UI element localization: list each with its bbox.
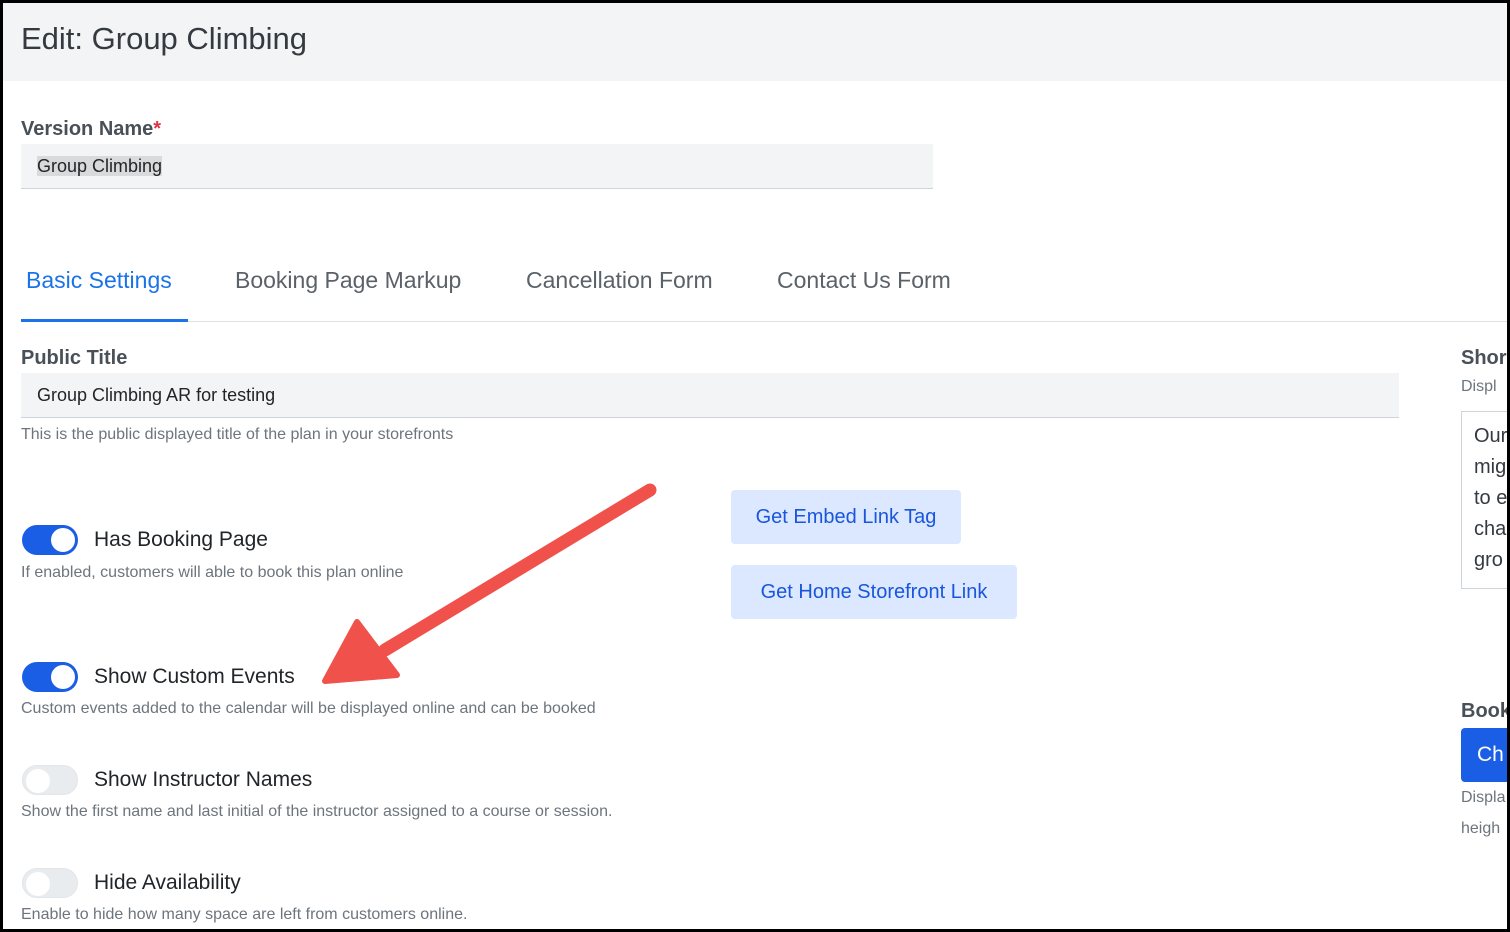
- toggle-knob: [26, 872, 50, 896]
- tab-basic-settings[interactable]: Basic Settings: [26, 267, 172, 294]
- tab-contact-us-form[interactable]: Contact Us Form: [777, 267, 951, 294]
- has-booking-page-help: If enabled, customers will able to book …: [21, 564, 404, 581]
- tab-booking-page-markup[interactable]: Booking Page Markup: [235, 267, 461, 294]
- toggle-knob: [51, 665, 75, 689]
- show-custom-events-toggle[interactable]: [22, 662, 78, 692]
- has-booking-page-toggle[interactable]: [22, 525, 78, 555]
- booking-help-line-2: heigh: [1461, 820, 1501, 837]
- toggle-knob: [26, 769, 50, 793]
- textarea-line: cha: [1474, 518, 1507, 540]
- show-instructor-names-label: Show Instructor Names: [94, 768, 313, 791]
- hide-availability-toggle[interactable]: [22, 868, 78, 898]
- public-title-label: Public Title: [21, 347, 128, 369]
- public-title-input[interactable]: Group Climbing AR for testing: [21, 373, 1399, 418]
- short-description-textarea[interactable]: Our mig to e cha gro: [1461, 411, 1508, 589]
- has-booking-page-label: Has Booking Page: [94, 528, 268, 551]
- short-description-heading: Shor: [1461, 347, 1507, 369]
- textarea-line: Our: [1474, 425, 1508, 447]
- tab-cancellation-form[interactable]: Cancellation Form: [526, 267, 713, 294]
- hide-availability-label: Hide Availability: [94, 871, 241, 894]
- textarea-line: mig: [1474, 456, 1507, 478]
- version-name-label: Version Name*: [21, 118, 162, 140]
- short-description-help: Displ: [1461, 378, 1497, 395]
- choose-button[interactable]: Ch: [1461, 728, 1507, 782]
- app-frame: Edit: Group Climbing Version Name* Group…: [0, 0, 1510, 932]
- tab-bar: Basic Settings Booking Page Markup Cance…: [21, 253, 1507, 322]
- booking-help-line-1: Displa: [1461, 789, 1506, 806]
- toggle-knob: [51, 528, 75, 552]
- show-custom-events-label: Show Custom Events: [94, 665, 295, 688]
- booking-heading: Book: [1461, 700, 1510, 722]
- get-home-storefront-link-button[interactable]: Get Home Storefront Link: [731, 565, 1017, 619]
- show-instructor-names-toggle[interactable]: [22, 765, 78, 795]
- active-tab-indicator: [21, 319, 188, 322]
- page-title: Edit: Group Climbing: [21, 21, 308, 56]
- public-title-help: This is the public displayed title of th…: [21, 426, 454, 443]
- version-name-input[interactable]: Group Climbing: [21, 144, 933, 189]
- textarea-line: gro: [1474, 549, 1503, 571]
- version-name-value: Group Climbing: [37, 156, 163, 176]
- hide-availability-help: Enable to hide how many space are left f…: [21, 906, 468, 923]
- required-mark: *: [153, 118, 162, 140]
- textarea-line: to e: [1474, 487, 1508, 509]
- right-column: Shor Displ Our mig to e cha gro Book Ch …: [1461, 323, 1510, 929]
- page-header: Edit: Group Climbing: [3, 3, 1507, 81]
- show-custom-events-help: Custom events added to the calendar will…: [21, 700, 596, 717]
- show-instructor-names-help: Show the first name and last initial of …: [21, 803, 613, 820]
- get-embed-link-button[interactable]: Get Embed Link Tag: [731, 490, 961, 544]
